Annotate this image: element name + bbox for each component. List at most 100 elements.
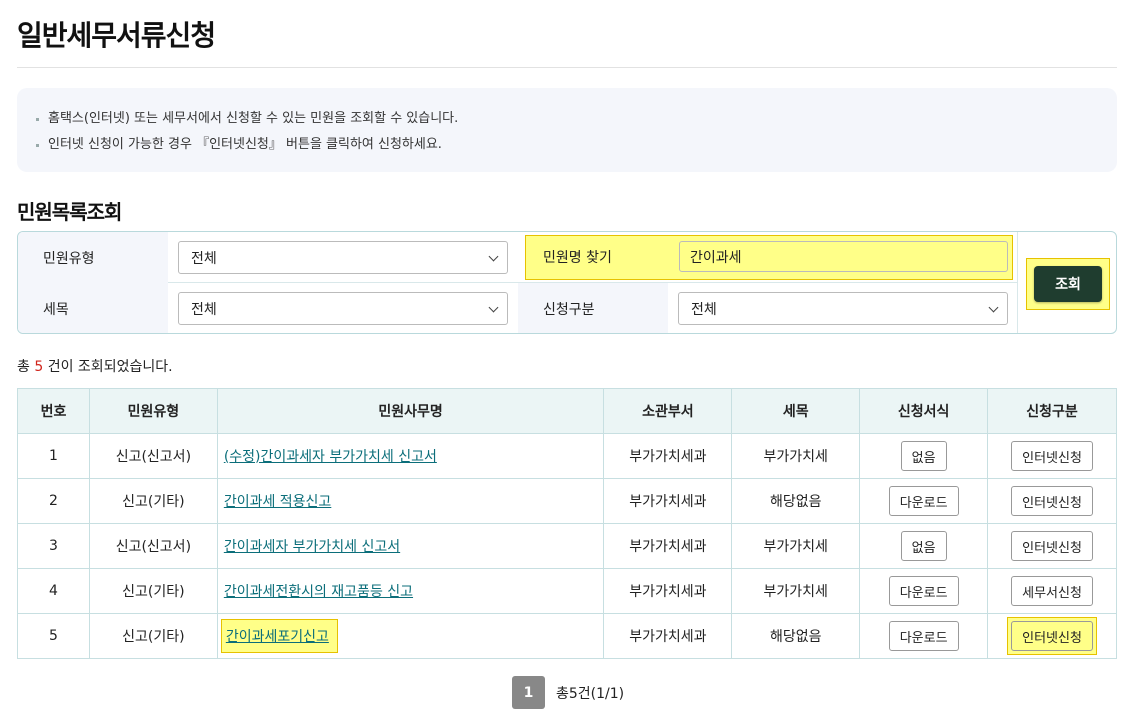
- result-count: 총 5 건이 조회되었습니다.: [17, 356, 173, 376]
- download-button[interactable]: 다운로드: [888, 621, 959, 651]
- pagination: 1 총5건(1/1): [512, 676, 624, 709]
- cell-no: 5: [17, 613, 90, 659]
- bullet-icon: [36, 143, 39, 147]
- cell-name: 간이과세포기신고: [216, 613, 605, 659]
- cell-dept: 부가가치세과: [603, 613, 733, 659]
- cell-name: 간이과세 적용신고: [216, 478, 605, 524]
- cell-tax: 부가가치세: [731, 433, 861, 479]
- document-link-highlight: 간이과세포기신고: [220, 619, 338, 653]
- download-button[interactable]: 다운로드: [888, 486, 959, 516]
- cell-type: 신고(신고서): [88, 523, 218, 569]
- cell-no: 1: [17, 433, 90, 479]
- apply-button[interactable]: 인터넷신청: [1011, 486, 1093, 516]
- document-link[interactable]: 간이과세 적용신고: [224, 494, 332, 510]
- apply-button[interactable]: 인터넷신청: [1011, 621, 1093, 651]
- cell-type: 신고(기타): [88, 568, 218, 614]
- info-text: 인터넷 신청이 가능한 경우 『인터넷신청』 버튼을 클릭하여 신청하세요.: [48, 137, 442, 152]
- apply-button-highlight: 인터넷신청: [1007, 617, 1097, 655]
- tax-label: 세목: [18, 283, 168, 333]
- cell-form: 다운로드: [859, 613, 989, 659]
- cell-apply: 인터넷신청: [987, 613, 1117, 659]
- cell-no: 2: [17, 478, 90, 524]
- search-button-highlight: 조회: [1026, 258, 1110, 310]
- cell-form: 다운로드: [859, 568, 989, 614]
- bullet-icon: [36, 117, 39, 121]
- cell-apply: 세무서신청: [987, 568, 1117, 614]
- info-line: 인터넷 신청이 가능한 경우 『인터넷신청』 버튼을 클릭하여 신청하세요.: [35, 132, 1099, 158]
- header-tax: 세목: [731, 388, 861, 434]
- cell-tax: 부가가치세: [731, 568, 861, 614]
- type-select[interactable]: 전체: [178, 241, 508, 274]
- form-button[interactable]: 없음: [900, 441, 947, 471]
- tax-select-value: 전체: [191, 301, 217, 318]
- cell-dept: 부가가치세과: [603, 523, 733, 569]
- cell-tax: 부가가치세: [731, 523, 861, 569]
- name-search-highlight: 민원명 찾기 간이과세: [525, 235, 1013, 280]
- cell-name: 간이과세자 부가가치세 신고서: [216, 523, 605, 569]
- section-title: 민원목록조회: [17, 200, 122, 224]
- cell-tax: 해당없음: [731, 613, 861, 659]
- chevron-down-icon: [488, 251, 499, 262]
- document-link[interactable]: 간이과세전환시의 재고품등 신고: [224, 584, 413, 600]
- apply-button[interactable]: 인터넷신청: [1011, 531, 1093, 561]
- cell-no: 4: [17, 568, 90, 614]
- table-row: 1 신고(신고서) (수정)간이과세자 부가가치세 신고서 부가가치세과 부가가…: [17, 433, 1117, 479]
- cell-name: (수정)간이과세자 부가가치세 신고서: [216, 433, 605, 479]
- cell-type: 신고(기타): [88, 613, 218, 659]
- search-button[interactable]: 조회: [1034, 266, 1102, 302]
- download-button[interactable]: 다운로드: [888, 576, 959, 606]
- cell-form: 없음: [859, 433, 989, 479]
- cell-apply: 인터넷신청: [987, 478, 1117, 524]
- search-row: 세목 전체 신청구분 전체: [18, 283, 1017, 333]
- cell-no: 3: [17, 523, 90, 569]
- type-select-value: 전체: [191, 250, 217, 267]
- apply-type-select-value: 전체: [691, 301, 717, 318]
- header-name: 민원사무명: [216, 388, 605, 434]
- cell-form: 다운로드: [859, 478, 989, 524]
- form-button[interactable]: 없음: [900, 531, 947, 561]
- table-row: 5 신고(기타) 간이과세포기신고 부가가치세과 해당없음 다운로드 인터넷신청: [17, 613, 1117, 659]
- cell-tax: 해당없음: [731, 478, 861, 524]
- info-text: 홈택스(인터넷) 또는 세무서에서 신청할 수 있는 민원을 조회할 수 있습니…: [48, 111, 459, 126]
- page-title: 일반세무서류신청: [17, 19, 216, 52]
- result-number: 5: [34, 359, 44, 375]
- search-button-cell: 조회: [1017, 232, 1116, 333]
- document-link[interactable]: (수정)간이과세자 부가가치세 신고서: [224, 449, 437, 465]
- search-form: 민원유형 전체 민원명 찾기 간이과세 세목 전체 신청구분 전체 조회: [17, 231, 1117, 334]
- cell-apply: 인터넷신청: [987, 523, 1117, 569]
- cell-name: 간이과세전환시의 재고품등 신고: [216, 568, 605, 614]
- table-row: 2 신고(기타) 간이과세 적용신고 부가가치세과 해당없음 다운로드 인터넷신…: [17, 478, 1117, 524]
- cell-dept: 부가가치세과: [603, 568, 733, 614]
- cell-apply: 인터넷신청: [987, 433, 1117, 479]
- document-link[interactable]: 간이과세자 부가가치세 신고서: [224, 539, 400, 555]
- chevron-down-icon: [488, 302, 499, 313]
- chevron-down-icon: [988, 302, 999, 313]
- apply-type-label: 신청구분: [518, 283, 668, 333]
- document-link[interactable]: 간이과세포기신고: [226, 629, 329, 645]
- results-table: 번호 민원유형 민원사무명 소관부서 세목 신청서식 신청구분 1 신고(신고서…: [17, 388, 1117, 659]
- table-header-row: 번호 민원유형 민원사무명 소관부서 세목 신청서식 신청구분: [17, 388, 1117, 434]
- cell-dept: 부가가치세과: [603, 433, 733, 479]
- header-dept: 소관부서: [603, 388, 733, 434]
- page-summary: 총5건(1/1): [556, 685, 625, 702]
- name-search-input[interactable]: 간이과세: [679, 241, 1008, 272]
- table-row: 3 신고(신고서) 간이과세자 부가가치세 신고서 부가가치세과 부가가치세 없…: [17, 523, 1117, 569]
- header-no: 번호: [17, 388, 90, 434]
- apply-button[interactable]: 인터넷신청: [1011, 441, 1093, 471]
- header-type: 민원유형: [88, 388, 218, 434]
- cell-type: 신고(신고서): [88, 433, 218, 479]
- office-apply-button[interactable]: 세무서신청: [1011, 576, 1093, 606]
- apply-type-select[interactable]: 전체: [678, 292, 1008, 325]
- name-label: 민원명 찾기: [543, 250, 612, 266]
- cell-form: 없음: [859, 523, 989, 569]
- tax-select[interactable]: 전체: [178, 292, 508, 325]
- page-number-button[interactable]: 1: [512, 676, 545, 709]
- info-box: 홈택스(인터넷) 또는 세무서에서 신청할 수 있는 민원을 조회할 수 있습니…: [17, 88, 1117, 172]
- result-prefix: 총: [17, 359, 30, 375]
- info-line: 홈택스(인터넷) 또는 세무서에서 신청할 수 있는 민원을 조회할 수 있습니…: [35, 106, 1099, 132]
- header-form: 신청서식: [859, 388, 989, 434]
- result-suffix: 건이 조회되었습니다.: [47, 359, 173, 375]
- title-divider: [17, 67, 1117, 68]
- search-row: 민원유형 전체 민원명 찾기 간이과세: [18, 232, 1017, 283]
- header-apply: 신청구분: [987, 388, 1117, 434]
